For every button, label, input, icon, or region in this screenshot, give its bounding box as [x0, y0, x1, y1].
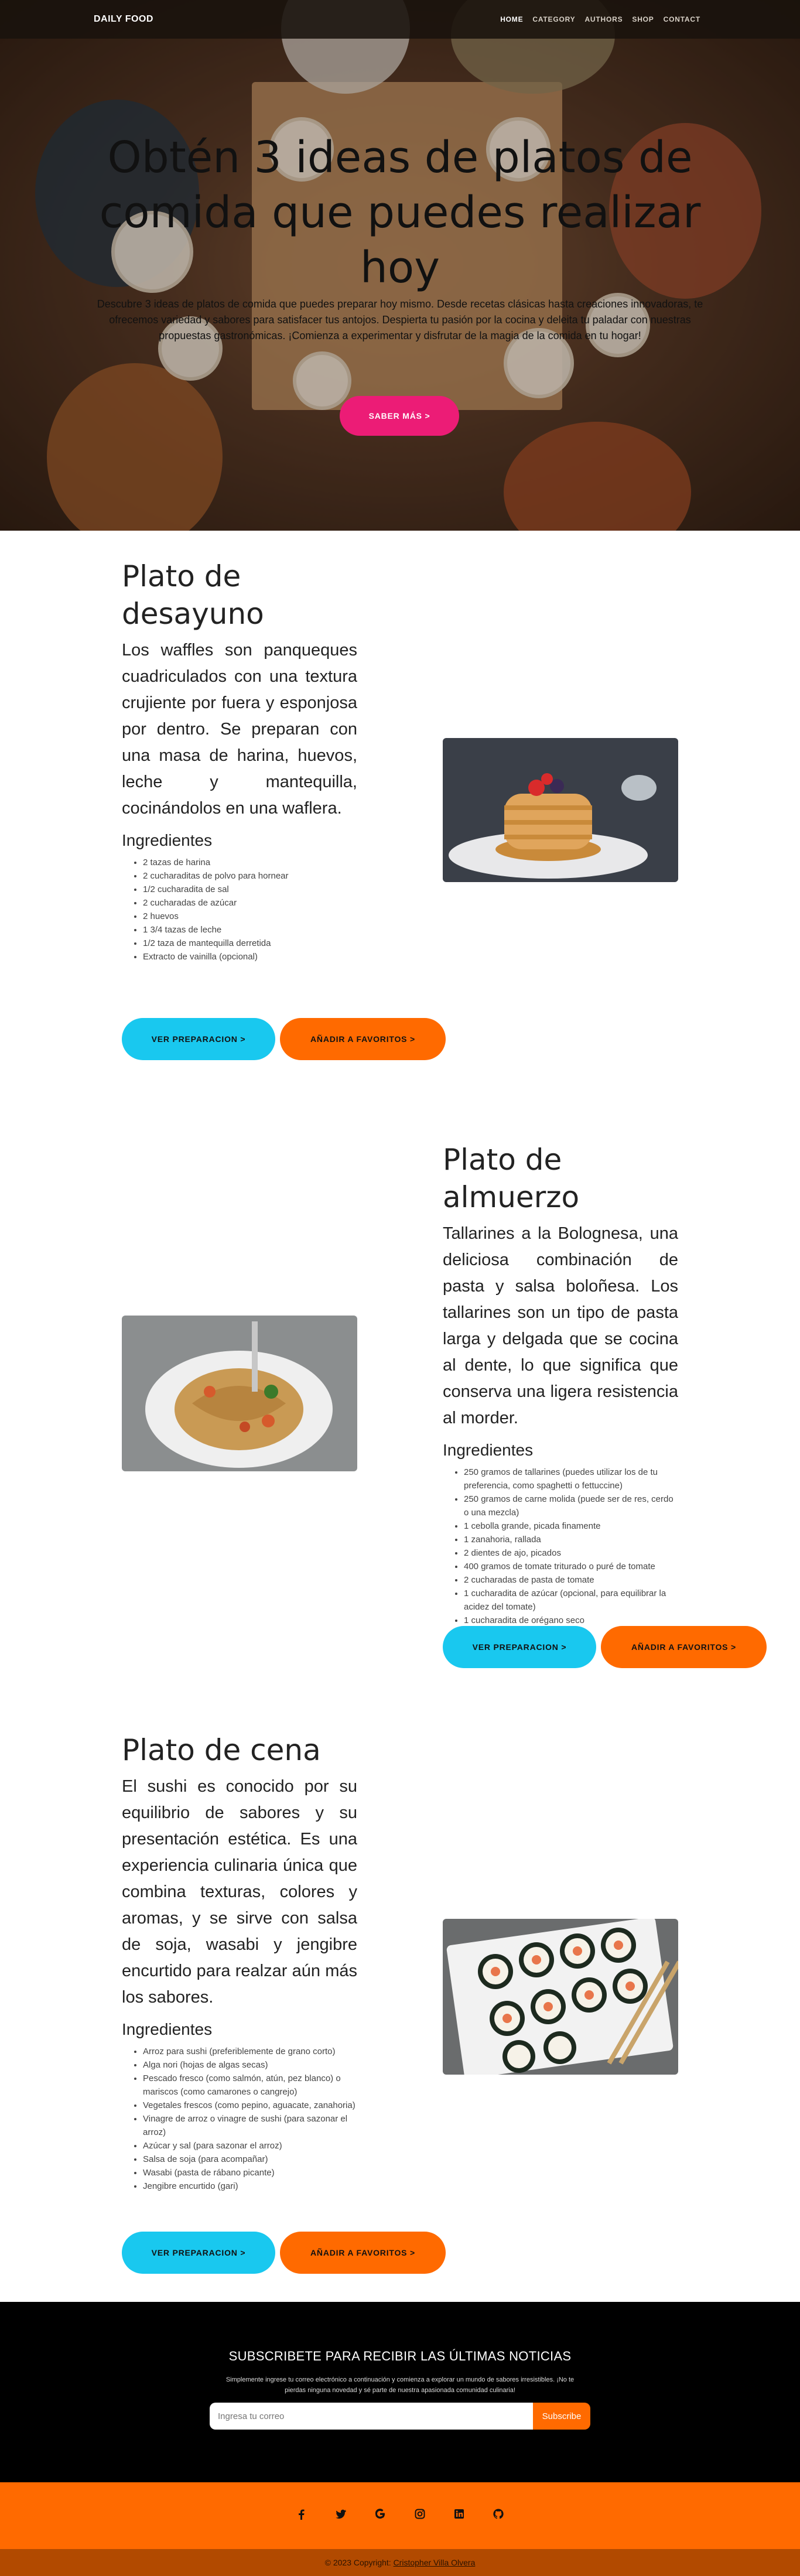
dinner-actions: VER PREPARACION > AÑADIR A FAVORITOS > [122, 2232, 446, 2274]
list-item: Vegetales frescos (como pepino, aguacate… [143, 2099, 357, 2112]
list-item: 250 gramos de tallarines (puedes utiliza… [464, 1465, 678, 1492]
list-item: 2 dientes de ajo, picados [464, 1546, 678, 1560]
lunch-text: Plato de almuerzo Tallarines a la Bologn… [443, 1141, 678, 1627]
dinner-text: Plato de cena El sushi es conocido por s… [122, 1731, 357, 2193]
newsletter-section: SUBSCRIBETE PARA RECIBIR LAS ÚLTIMAS NOT… [0, 2302, 800, 2482]
dinner-description: El sushi es conocido por su equilibrio d… [122, 1777, 357, 2007]
lunch-actions: VER PREPARACION > AÑADIR A FAVORITOS > [443, 1626, 767, 1668]
list-item: 1/2 taza de mantequilla derretida [143, 937, 357, 950]
view-recipe-button[interactable]: VER PREPARACION > [443, 1626, 596, 1668]
lunch-ingredients-title: Ingredientes [443, 1441, 534, 1459]
dinner-section: Plato de cena El sushi es conocido por s… [0, 1726, 800, 2302]
list-item: Vinagre de arroz o vinagre de sushi (par… [143, 2112, 357, 2139]
list-item: Alga nori (hojas de algas secas) [143, 2058, 357, 2072]
lunch-description: Tallarines a la Bolognesa, una deliciosa… [443, 1224, 678, 1427]
copyright-text: © 2023 Copyright: [324, 2558, 391, 2567]
list-item: Azúcar y sal (para sazonar el arroz) [143, 2139, 357, 2153]
breakfast-title: Plato de desayuno [122, 559, 264, 631]
email-input[interactable] [210, 2403, 534, 2430]
facebook-icon[interactable] [293, 2508, 310, 2523]
breakfast-ingredients-title: Ingredientes [122, 831, 213, 849]
list-item: 2 cucharaditas de polvo para hornear [143, 869, 357, 883]
list-item: 2 huevos [143, 910, 357, 923]
hero-title: Obtén 3 ideas de platos de comida que pu… [99, 132, 701, 293]
brand-logo[interactable]: DAILY FOOD [94, 14, 153, 25]
nav-link-authors[interactable]: AUTHORS [584, 15, 623, 23]
breakfast-image [443, 738, 678, 882]
list-item: 1 cucharadita de orégano seco [464, 1614, 678, 1627]
list-item: Salsa de soja (para acompañar) [143, 2153, 357, 2166]
nav-link-shop[interactable]: SHOP [632, 15, 654, 23]
list-item: 1 zanahoria, rallada [464, 1533, 678, 1546]
breakfast-section: Plato de desayuno Los waffles son panque… [0, 531, 800, 1116]
hero-description: Descubre 3 ideas de platos de comida que… [97, 298, 703, 341]
add-favorite-button[interactable]: AÑADIR A FAVORITOS > [601, 1626, 767, 1668]
subscribe-button[interactable]: Subscribe [533, 2403, 590, 2430]
twitter-icon[interactable] [332, 2508, 350, 2523]
dinner-ingredients-title: Ingredientes [122, 2020, 213, 2038]
list-item: 250 gramos de carne molida (puede ser de… [464, 1492, 678, 1519]
add-favorite-button[interactable]: AÑADIR A FAVORITOS > [280, 1018, 446, 1060]
list-item: 2 cucharadas de azúcar [143, 896, 357, 910]
lunch-ingredients-list: 250 gramos de tallarines (puedes utiliza… [443, 1465, 678, 1627]
newsletter-text: Simplemente ingrese tu correo electrónic… [225, 2376, 575, 2394]
instagram-icon[interactable] [411, 2508, 429, 2523]
github-icon[interactable] [490, 2508, 507, 2523]
copyright-bar: © 2023 Copyright: Cristopher Villa Olver… [0, 2549, 800, 2576]
nav-menu: HOME CATEGORY AUTHORS SHOP CONTACT [500, 15, 700, 23]
nav-link-category[interactable]: CATEGORY [532, 15, 575, 23]
navbar: DAILY FOOD HOME CATEGORY AUTHORS SHOP CO… [0, 0, 800, 39]
dinner-image [443, 1919, 678, 2075]
list-item: 1 cucharadita de azúcar (opcional, para … [464, 1587, 678, 1614]
breakfast-ingredients-list: 2 tazas de harina 2 cucharaditas de polv… [122, 856, 357, 964]
list-item: 1 cebolla grande, picada finamente [464, 1519, 678, 1533]
author-link[interactable]: Cristopher Villa Olvera [394, 2558, 476, 2567]
hero-section: Obtén 3 ideas de platos de comida que pu… [0, 0, 800, 531]
lunch-section: Plato de almuerzo Tallarines a la Bologn… [0, 1116, 800, 1726]
breakfast-text: Plato de desayuno Los waffles son panque… [122, 558, 357, 964]
newsletter-title: SUBSCRIBETE PARA RECIBIR LAS ÚLTIMAS NOT… [228, 2349, 572, 2363]
lunch-image [122, 1316, 357, 1471]
list-item: Jengibre encurtido (gari) [143, 2179, 357, 2193]
footer [0, 2482, 800, 2549]
breakfast-description: Los waffles son panqueques cuadriculados… [122, 641, 357, 818]
list-item: 2 cucharadas de pasta de tomate [464, 1573, 678, 1587]
list-item: Arroz para sushi (preferiblemente de gra… [143, 2045, 357, 2058]
linkedin-icon[interactable] [450, 2508, 468, 2523]
view-recipe-button[interactable]: VER PREPARACION > [122, 2232, 275, 2274]
list-item: 1/2 cucharadita de sal [143, 883, 357, 896]
list-item: Extracto de vainilla (opcional) [143, 950, 357, 964]
dinner-ingredients-list: Arroz para sushi (preferiblemente de gra… [122, 2045, 357, 2193]
lunch-title: Plato de almuerzo [443, 1143, 580, 1214]
nav-link-home[interactable]: HOME [500, 15, 523, 23]
nav-link-contact[interactable]: CONTACT [664, 15, 700, 23]
list-item: 1 3/4 tazas de leche [143, 923, 357, 937]
view-recipe-button[interactable]: VER PREPARACION > [122, 1018, 275, 1060]
list-item: Pescado fresco (como salmón, atún, pez b… [143, 2072, 357, 2099]
breakfast-actions: VER PREPARACION > AÑADIR A FAVORITOS > [122, 1018, 446, 1060]
list-item: Wasabi (pasta de rábano picante) [143, 2166, 357, 2179]
list-item: 2 tazas de harina [143, 856, 357, 869]
social-links [293, 2508, 507, 2523]
learn-more-button[interactable]: SABER MÁS > [340, 396, 459, 436]
google-icon[interactable] [371, 2508, 389, 2523]
dinner-title: Plato de cena [122, 1733, 321, 1767]
add-favorite-button[interactable]: AÑADIR A FAVORITOS > [280, 2232, 446, 2274]
list-item: 400 gramos de tomate triturado o puré de… [464, 1560, 678, 1573]
